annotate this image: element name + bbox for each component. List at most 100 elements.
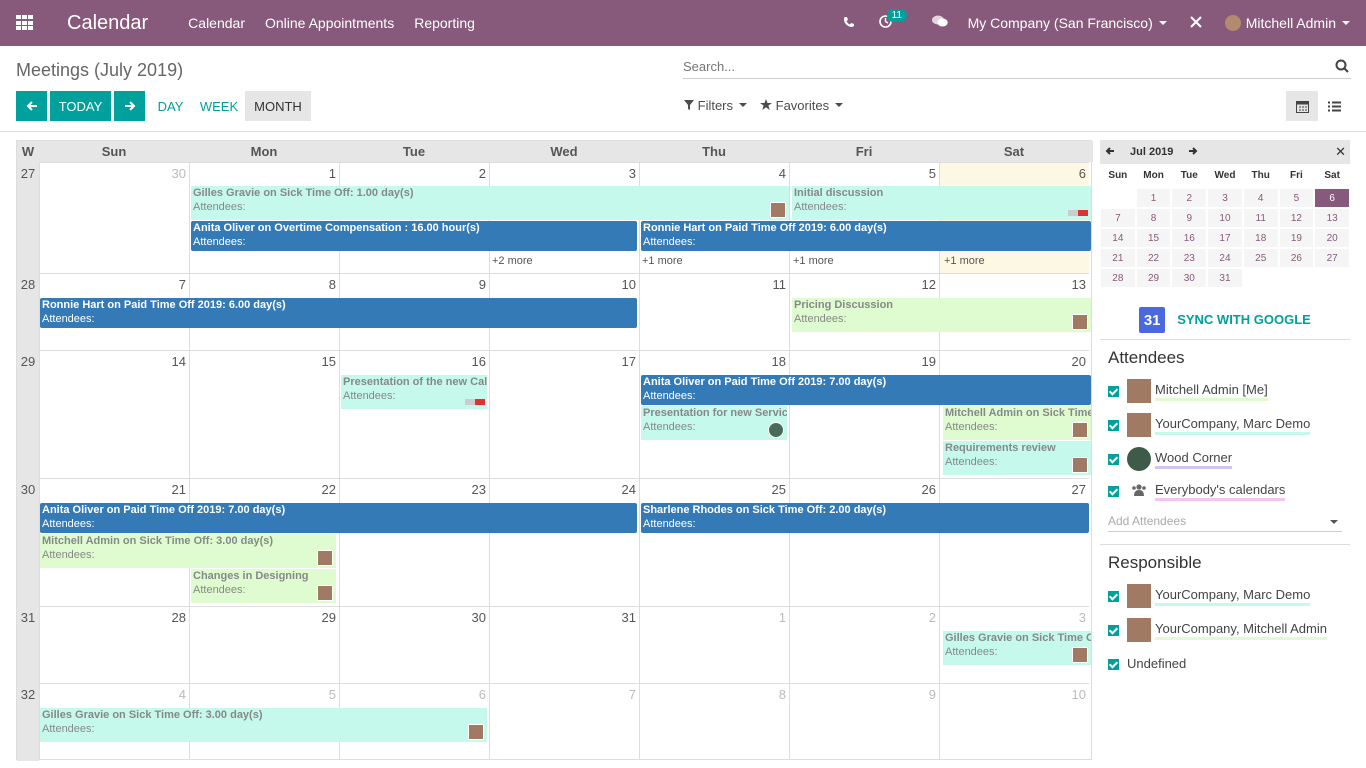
calendar-event[interactable]: Anita Oliver on Paid Time Off 2019: 7.00…	[641, 375, 1091, 405]
day-cell[interactable]: 15	[189, 350, 339, 478]
day-cell[interactable]: 29	[189, 606, 339, 683]
more-events-link[interactable]: +1 more	[642, 255, 683, 267]
mini-day[interactable]: 2	[1171, 188, 1208, 208]
calendar-event[interactable]: Ronnie Hart on Paid Time Off 2019: 6.00 …	[40, 298, 637, 328]
mini-day[interactable]: 29	[1135, 268, 1172, 288]
mini-day[interactable]: 17	[1207, 228, 1243, 248]
attendee-filter[interactable]: YourCompany, Marc Demo	[1100, 408, 1350, 442]
chat-icon[interactable]	[931, 15, 948, 31]
calendar-event[interactable]: Presentation of the new Calendar Attende…	[341, 375, 487, 409]
mini-day[interactable]: 7	[1100, 208, 1136, 228]
mini-day[interactable]: 26	[1278, 248, 1315, 268]
company-switcher[interactable]: My Company (San Francisco)	[968, 15, 1167, 31]
mini-next-icon[interactable]	[1187, 146, 1199, 159]
phone-icon[interactable]	[843, 15, 855, 31]
week-view-button[interactable]: WEEK	[195, 91, 243, 121]
calendar-view-switch[interactable]	[1286, 91, 1318, 121]
responsible-filter[interactable]: YourCompany, Marc Demo	[1100, 579, 1350, 613]
calendar-event[interactable]: Presentation for new Services Attendees:	[641, 406, 787, 440]
day-cell[interactable]: 25	[639, 478, 789, 606]
calendar-event[interactable]: Ronnie Hart on Paid Time Off 2019: 6.00 …	[641, 221, 1091, 251]
calendar-event[interactable]: Initial discussion Attendees:	[792, 186, 1091, 220]
debug-tools-icon[interactable]	[1189, 15, 1203, 32]
day-cell[interactable]: 8	[639, 683, 789, 760]
checkbox[interactable]	[1108, 485, 1119, 497]
mini-day[interactable]: 12	[1278, 208, 1315, 228]
mini-day[interactable]: 6	[1314, 188, 1350, 208]
mini-month-title[interactable]: Jul 2019	[1130, 146, 1173, 158]
calendar-event[interactable]: Anita Oliver on Paid Time Off 2019: 7.00…	[40, 503, 637, 533]
day-cell[interactable]: 1	[639, 606, 789, 683]
mini-day[interactable]: 15	[1135, 228, 1172, 248]
day-cell[interactable]: 26	[789, 478, 939, 606]
search-input[interactable]	[683, 55, 1323, 77]
mini-day[interactable]: 16	[1171, 228, 1208, 248]
calendar-event[interactable]: Pricing Discussion Attendees:	[792, 298, 1091, 332]
day-cell[interactable]: 30	[339, 606, 489, 683]
mini-day[interactable]: 10	[1207, 208, 1243, 228]
day-cell[interactable]: 10	[939, 683, 1089, 760]
user-menu[interactable]: Mitchell Admin	[1224, 15, 1350, 31]
mini-day[interactable]: 14	[1100, 228, 1136, 248]
activity-clock-icon[interactable]: 11	[878, 9, 907, 31]
mini-day[interactable]: 1	[1135, 188, 1172, 208]
day-cell[interactable]: 23	[339, 478, 489, 606]
mini-day[interactable]: 9	[1171, 208, 1208, 228]
mini-day[interactable]: 4	[1242, 188, 1279, 208]
close-icon[interactable]: ✕	[1335, 144, 1346, 160]
calendar-event[interactable]: Gilles Gravie on Sick Time Off: 1.00 day…	[191, 186, 789, 220]
mini-day[interactable]: 30	[1171, 268, 1208, 288]
mini-day[interactable]: 28	[1100, 268, 1136, 288]
calendar-event[interactable]: Mitchell Admin on Sick Time Off: 3.00 da…	[40, 534, 336, 568]
mini-day[interactable]: 25	[1242, 248, 1279, 268]
calendar-event[interactable]: Anita Oliver on Overtime Compensation : …	[191, 221, 637, 251]
search-icon[interactable]	[1335, 59, 1349, 73]
day-view-button[interactable]: DAY	[153, 91, 188, 121]
mini-day[interactable]: 21	[1100, 248, 1136, 268]
app-brand[interactable]: Calendar	[67, 12, 148, 35]
more-events-link[interactable]: +2 more	[492, 255, 533, 267]
attendee-filter[interactable]: Everybody's calendars	[1100, 476, 1350, 506]
mini-day[interactable]: 5	[1278, 188, 1315, 208]
menu-calendar[interactable]: Calendar	[188, 15, 245, 31]
mini-day[interactable]: 24	[1207, 248, 1243, 268]
calendar-event[interactable]: Gilles Gravie on Sick Time Off: 3.00 day…	[40, 708, 487, 742]
menu-reporting[interactable]: Reporting	[414, 15, 475, 31]
calendar-event[interactable]: Gilles Gravie on Sick Time Off Attendees…	[943, 631, 1091, 665]
day-cell[interactable]: 17	[489, 350, 639, 478]
mini-day[interactable]: 3	[1207, 188, 1243, 208]
checkbox[interactable]	[1108, 419, 1119, 431]
add-attendees-input[interactable]: Add Attendees	[1108, 512, 1342, 532]
list-view-switch[interactable]	[1318, 91, 1350, 121]
mini-day[interactable]: 8	[1135, 208, 1172, 228]
mini-day[interactable]: 19	[1278, 228, 1315, 248]
checkbox[interactable]	[1108, 453, 1119, 465]
sync-google-button[interactable]: 31 SYNC WITH GOOGLE	[1100, 300, 1350, 340]
next-button[interactable]	[114, 91, 145, 121]
month-view-button[interactable]: MONTH	[245, 91, 311, 121]
mini-day[interactable]: 13	[1314, 208, 1350, 228]
calendar-event[interactable]: Requirements review Attendees:	[943, 441, 1091, 475]
checkbox[interactable]	[1108, 385, 1119, 397]
mini-day[interactable]: 11	[1242, 208, 1279, 228]
day-cell[interactable]: 11	[639, 273, 789, 350]
apps-grid-icon[interactable]	[16, 15, 34, 31]
prev-button[interactable]	[16, 91, 47, 121]
checkbox[interactable]	[1108, 658, 1119, 670]
attendee-filter[interactable]: Mitchell Admin [Me]	[1100, 374, 1350, 408]
calendar-event[interactable]: Sharlene Rhodes on Sick Time Off: 2.00 d…	[641, 503, 1089, 533]
day-cell[interactable]: 9	[789, 683, 939, 760]
menu-online-appointments[interactable]: Online Appointments	[265, 15, 394, 31]
day-cell[interactable]: 24	[489, 478, 639, 606]
calendar-event[interactable]: Changes in Designing Attendees:	[191, 569, 336, 603]
attendee-filter[interactable]: Wood Corner	[1100, 442, 1350, 476]
day-cell[interactable]: 19	[789, 350, 939, 478]
day-cell[interactable]: 2	[789, 606, 939, 683]
calendar-event[interactable]: Mitchell Admin on Sick Time Off Attendee…	[943, 406, 1091, 440]
mini-prev-icon[interactable]	[1104, 146, 1116, 159]
day-cell[interactable]: 28	[39, 606, 189, 683]
responsible-filter[interactable]: YourCompany, Mitchell Admin	[1100, 613, 1350, 647]
more-events-link[interactable]: +1 more	[793, 255, 834, 267]
filters-dropdown[interactable]: Filters	[684, 98, 748, 113]
today-button[interactable]: TODAY	[50, 91, 111, 121]
